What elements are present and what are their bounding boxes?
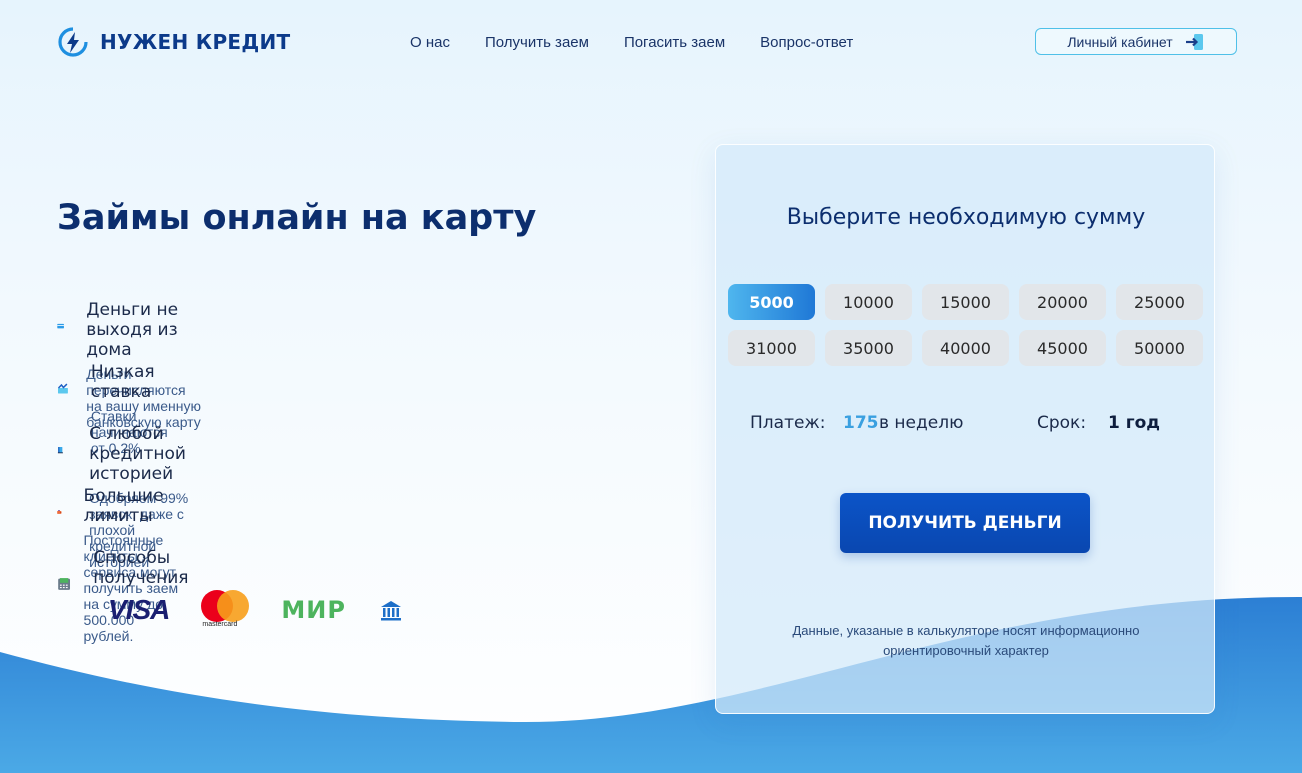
- amount-button-5000[interactable]: 5000: [728, 284, 815, 320]
- personal-cabinet-button[interactable]: Личный кабинет: [1035, 28, 1237, 55]
- lightning-logo-icon: [58, 27, 88, 57]
- amount-options: 5000 10000 15000 20000 25000 31000 35000…: [728, 284, 1203, 366]
- calculator-title: Выберите необходимую сумму: [786, 205, 1146, 230]
- nav-repay-loan[interactable]: Погасить заем: [624, 34, 725, 51]
- nav-faq[interactable]: Вопрос-ответ: [760, 34, 853, 51]
- amount-button-40000[interactable]: 40000: [922, 330, 1009, 366]
- payment-terminal-icon: [58, 578, 71, 590]
- nav-get-loan[interactable]: Получить заем: [485, 34, 589, 51]
- amount-button-10000[interactable]: 10000: [825, 284, 912, 320]
- chart-down-icon: [57, 383, 68, 394]
- bank-icon: [380, 601, 401, 621]
- logo[interactable]: НУЖЕН КРЕДИТ: [58, 27, 290, 57]
- visa-logo: VISA: [108, 594, 170, 625]
- feature-title: Деньги не выходя из дома: [86, 300, 179, 360]
- feature-title: Низкая ставка: [90, 362, 155, 402]
- amount-button-50000[interactable]: 50000: [1116, 330, 1203, 366]
- mir-logo: МИР: [281, 596, 346, 624]
- feature-title: С любой кредитной историей: [89, 424, 186, 484]
- feature-item: Способы получения: [57, 548, 198, 596]
- amount-button-20000[interactable]: 20000: [1019, 284, 1106, 320]
- mastercard-label: mastercard: [202, 621, 238, 628]
- amount-button-45000[interactable]: 45000: [1019, 330, 1106, 366]
- amount-button-31000[interactable]: 31000: [728, 330, 815, 366]
- payment-unit: в неделю: [879, 413, 964, 433]
- wallet-icon: [57, 510, 62, 514]
- feature-title: Большие лимиты: [83, 486, 164, 526]
- hero-title: Займы онлайн на карту: [57, 198, 537, 238]
- site-header: НУЖЕН КРЕДИТ О нас Получить заем Погасит…: [0, 0, 1302, 86]
- credit-card-icon: [57, 323, 64, 329]
- calculator-disclaimer: Данные, указаные в калькуляторе носят ин…: [792, 623, 1140, 658]
- book-icon: [57, 447, 63, 454]
- login-icon: [1185, 33, 1203, 50]
- logo-text: НУЖЕН КРЕДИТ: [100, 30, 291, 54]
- term-value: 1 год: [1108, 413, 1161, 433]
- amount-button-35000[interactable]: 35000: [825, 330, 912, 366]
- amount-button-25000[interactable]: 25000: [1116, 284, 1203, 320]
- main-nav: О нас Получить заем Погасить заем Вопрос…: [410, 34, 888, 51]
- term-label: Срок:: [1037, 413, 1087, 433]
- loan-calculator: Выберите необходимую сумму 5000 10000 15…: [715, 144, 1215, 714]
- mastercard-logo: mastercard: [201, 590, 253, 630]
- payment-methods: VISA mastercard МИР: [108, 590, 402, 630]
- payment-label: Платеж:: [750, 413, 826, 433]
- personal-cabinet-label: Личный кабинет: [1067, 33, 1173, 50]
- amount-button-15000[interactable]: 15000: [922, 284, 1009, 320]
- get-money-button[interactable]: ПОЛУЧИТЬ ДЕНЬГИ: [840, 493, 1090, 553]
- nav-about[interactable]: О нас: [410, 34, 450, 51]
- payment-value: 175: [843, 413, 879, 433]
- feature-title: Способы получения: [93, 548, 189, 588]
